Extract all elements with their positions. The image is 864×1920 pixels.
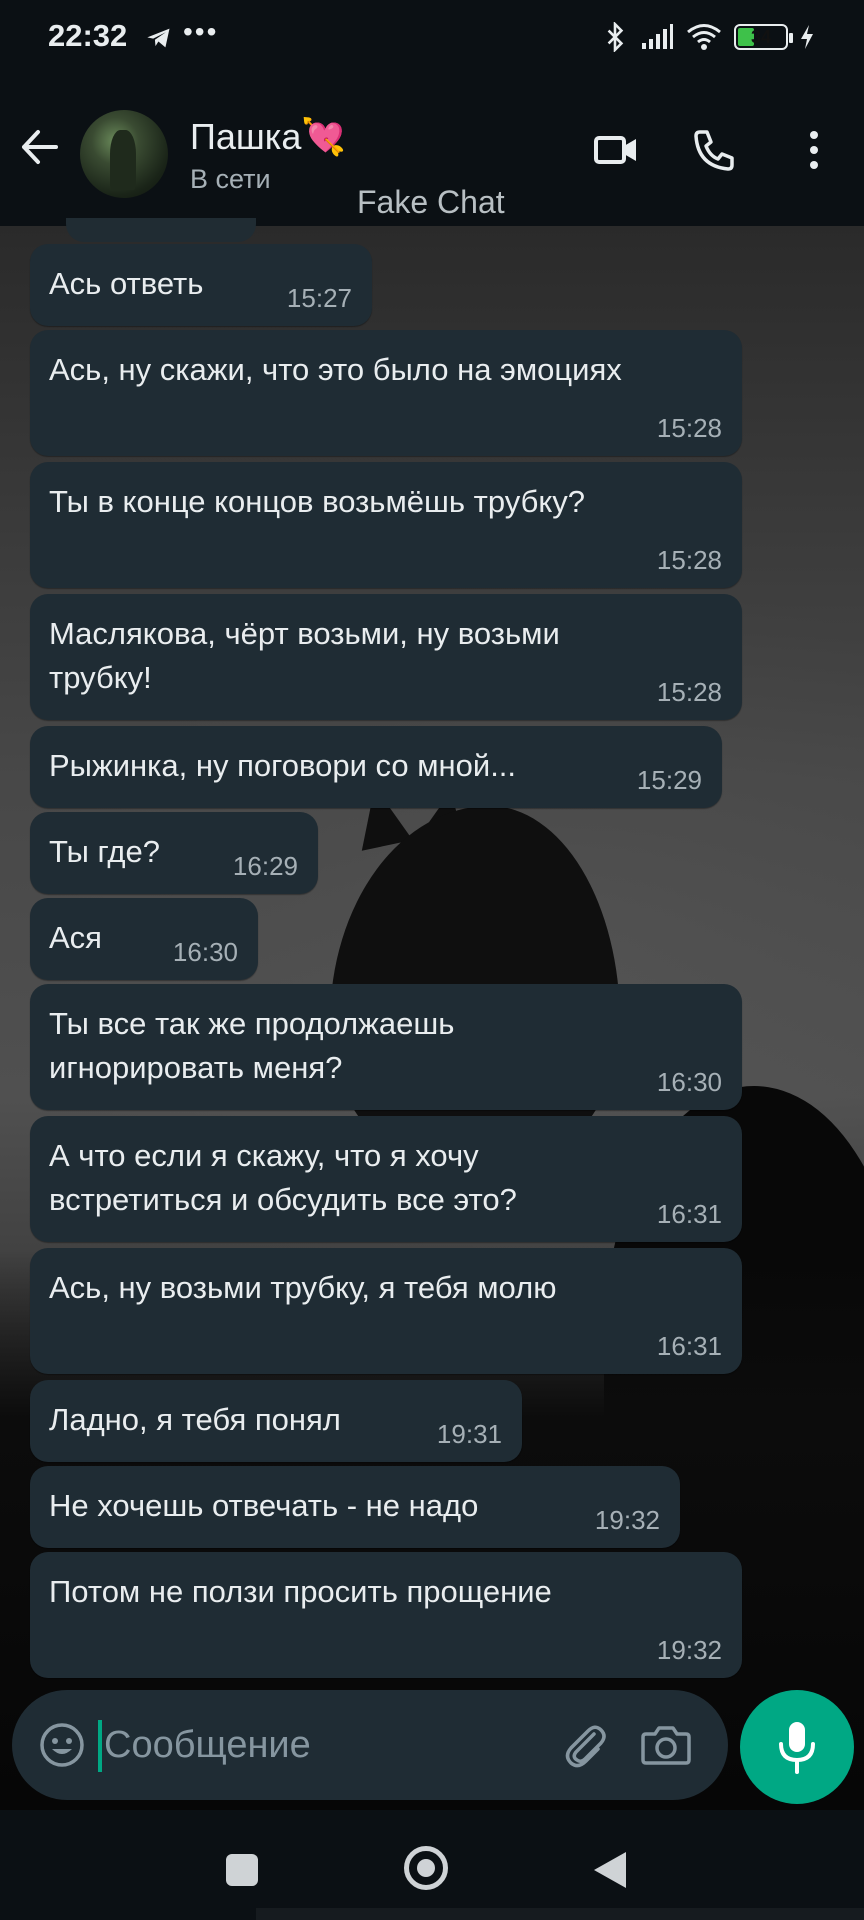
status-bar: 22:32 ••• 34 bbox=[0, 0, 864, 80]
system-nav-bar bbox=[0, 1810, 864, 1920]
avatar[interactable] bbox=[80, 110, 168, 198]
voice-record-button[interactable] bbox=[740, 1690, 854, 1804]
status-right: 34 bbox=[602, 22, 814, 52]
message-bubble[interactable]: А что если я скажу, что я хочу встретить… bbox=[30, 1116, 742, 1242]
message-time: 16:31 bbox=[656, 1199, 722, 1229]
message-bubble[interactable]: Не хочешь отвечать - не надо 19:32 bbox=[30, 1466, 680, 1548]
battery-icon: 34 bbox=[734, 24, 793, 50]
wifi-icon bbox=[687, 24, 721, 50]
back-icon[interactable] bbox=[594, 1852, 626, 1888]
message-bubble[interactable]: Ась, ну скажи, что это было на эмоциях 1… bbox=[30, 330, 742, 456]
message-text: Ты в конце концов возьмёшь трубку? bbox=[49, 484, 585, 519]
contact-name[interactable]: Пашка💘 bbox=[190, 116, 346, 158]
message-time: 16:30 bbox=[656, 1067, 722, 1097]
heart-emoji-icon: 💘 bbox=[301, 116, 347, 157]
message-time: 16:30 bbox=[172, 937, 238, 967]
telegram-icon bbox=[147, 28, 170, 48]
message-text: Маслякова, чёрт возьми, ну возьми трубку… bbox=[49, 616, 560, 695]
message-text: Ася bbox=[49, 920, 102, 955]
message-text: Рыжинка, ну поговори со мной... bbox=[49, 748, 517, 783]
message-bubble[interactable]: Рыжинка, ну поговори со мной... 15:29 bbox=[30, 726, 722, 808]
message-time: 15:27 bbox=[286, 283, 352, 313]
message-bubble[interactable]: Ась ответь 15:27 bbox=[30, 244, 372, 326]
charging-icon bbox=[801, 25, 813, 49]
bluetooth-icon bbox=[607, 22, 624, 52]
battery-level: 34 bbox=[750, 26, 772, 47]
camera-icon[interactable] bbox=[640, 1720, 692, 1770]
message-text: Не хочешь отвечать - не надо bbox=[49, 1488, 479, 1523]
message-bubble[interactable]: Ася 16:30 bbox=[30, 898, 258, 980]
emoji-icon[interactable] bbox=[38, 1721, 86, 1769]
message-time: 19:31 bbox=[436, 1419, 502, 1449]
message-time: 16:31 bbox=[656, 1331, 722, 1361]
message-bubble[interactable]: Маслякова, чёрт возьми, ну возьми трубку… bbox=[30, 594, 742, 720]
message-bubble[interactable]: Ты где? 16:29 bbox=[30, 812, 318, 894]
message-bubble[interactable]: Ась, ну возьми трубку, я тебя молю 16:31 bbox=[30, 1248, 742, 1374]
chat-header: Пашка💘 В сети Fake Chat bbox=[0, 80, 864, 226]
message-text: А что если я скажу, что я хочу встретить… bbox=[49, 1138, 517, 1217]
status-time: 22:32 bbox=[48, 18, 128, 53]
message-time: 19:32 bbox=[594, 1505, 660, 1535]
more-options-icon[interactable] bbox=[790, 126, 838, 174]
message-text: Ладно, я тебя понял bbox=[49, 1402, 341, 1437]
contact-name-text: Пашка bbox=[190, 116, 302, 157]
message-input[interactable]: Сообщение bbox=[104, 1724, 311, 1767]
recent-apps-icon[interactable] bbox=[226, 1854, 258, 1886]
message-time: 15:28 bbox=[656, 677, 722, 707]
nav-bottom-strip bbox=[256, 1908, 864, 1920]
message-time: 15:28 bbox=[656, 413, 722, 443]
watermark-label: Fake Chat bbox=[357, 184, 505, 220]
phone-call-icon[interactable] bbox=[690, 126, 738, 174]
video-call-icon[interactable] bbox=[592, 126, 640, 174]
message-time: 16:29 bbox=[232, 851, 298, 881]
message-list[interactable]: Ась ответь 15:27 Ась, ну скажи, что это … bbox=[0, 218, 864, 1686]
message-bubble-partial bbox=[66, 218, 256, 242]
message-bubble[interactable]: Ты в конце концов возьмёшь трубку? 15:28 bbox=[30, 462, 742, 588]
message-text: Ась, ну возьми трубку, я тебя молю bbox=[49, 1270, 557, 1305]
contact-status: В сети bbox=[190, 164, 271, 194]
message-text: Ты все так же продолжаешь игнорировать м… bbox=[49, 1006, 455, 1085]
more-notifications-icon: ••• bbox=[183, 16, 219, 47]
message-text: Ась, ну скажи, что это было на эмоциях bbox=[49, 352, 622, 387]
back-arrow-icon[interactable] bbox=[16, 122, 66, 172]
message-composer[interactable]: Сообщение bbox=[12, 1690, 728, 1800]
message-text: Ась ответь bbox=[49, 266, 204, 301]
message-text: Потом не ползи просить прощение bbox=[49, 1574, 552, 1609]
message-text: Ты где? bbox=[49, 834, 160, 869]
message-time: 15:28 bbox=[656, 545, 722, 575]
home-icon[interactable] bbox=[404, 1846, 448, 1890]
text-cursor bbox=[98, 1720, 102, 1772]
message-bubble[interactable]: Ладно, я тебя понял 19:31 bbox=[30, 1380, 522, 1462]
microphone-icon bbox=[779, 1722, 815, 1774]
message-time: 15:29 bbox=[636, 765, 702, 795]
message-bubble[interactable]: Потом не ползи просить прощение 19:32 bbox=[30, 1552, 742, 1678]
signal-icon bbox=[642, 24, 673, 49]
message-bubble[interactable]: Ты все так же продолжаешь игнорировать м… bbox=[30, 984, 742, 1110]
avatar-person bbox=[110, 130, 136, 190]
message-time: 19:32 bbox=[656, 1635, 722, 1665]
attach-icon[interactable] bbox=[560, 1720, 610, 1770]
